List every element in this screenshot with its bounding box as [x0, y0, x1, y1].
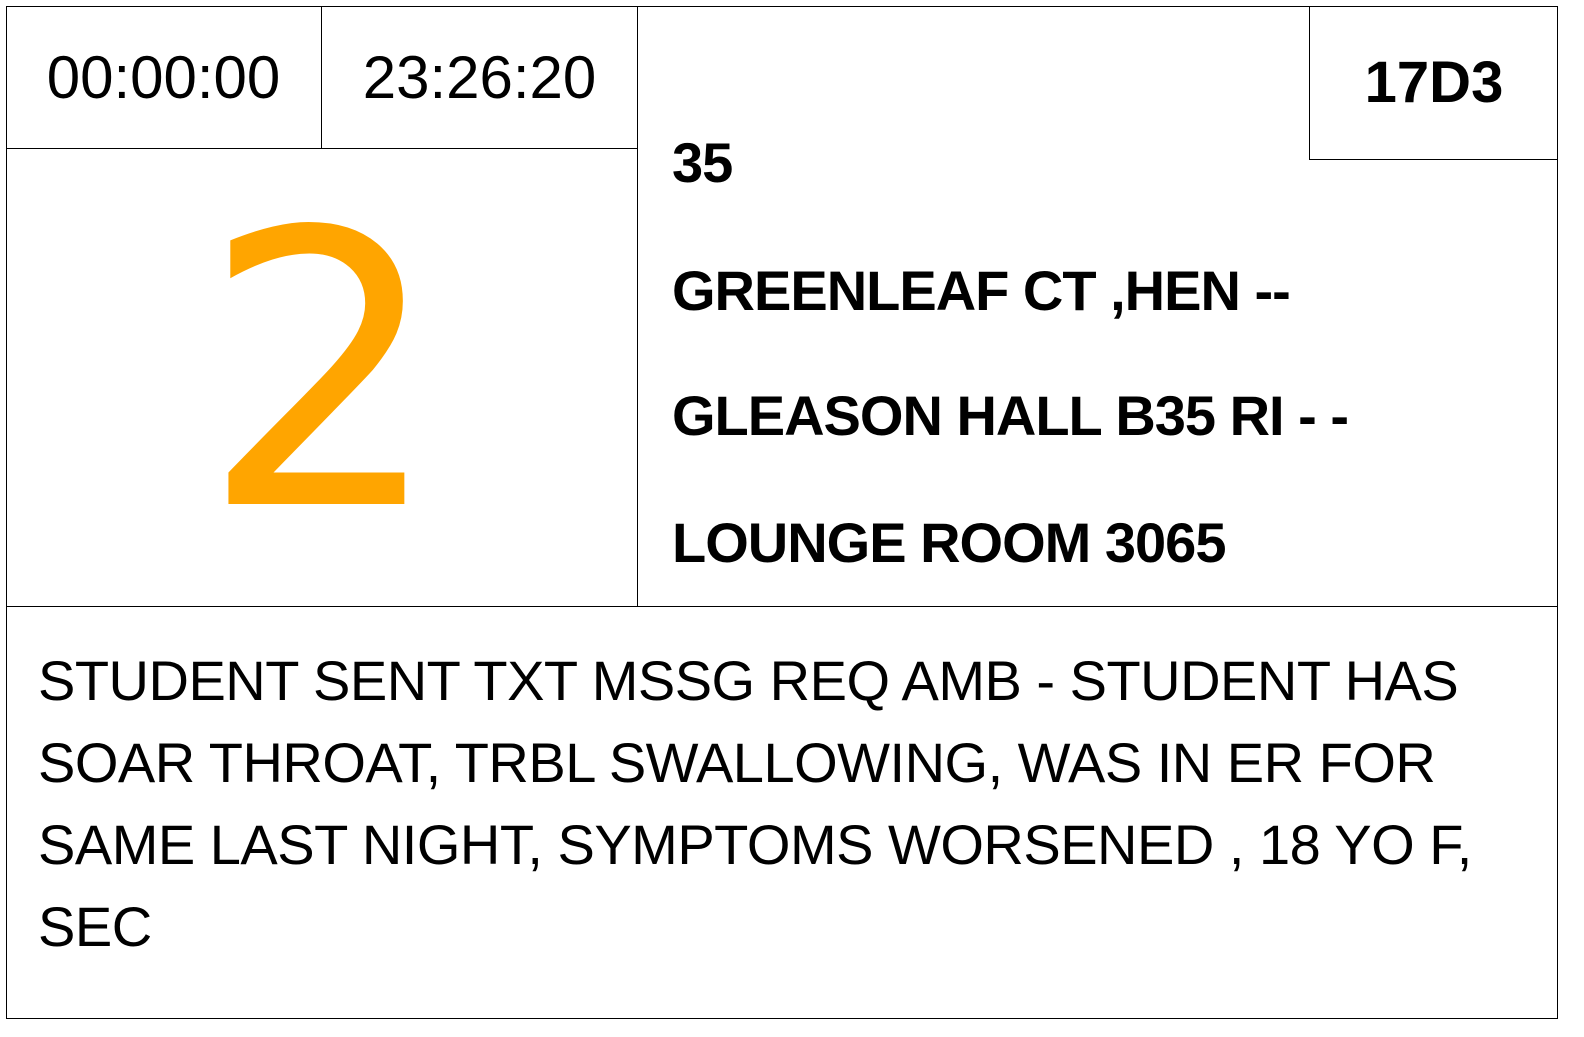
- priority-value: 2: [200, 150, 443, 594]
- elapsed-timer: 00:00:00: [6, 6, 322, 149]
- clock-time: 23:26:20: [321, 6, 638, 149]
- address-block: 35 GREENLEAF CT ,HEN -- GLEASON HALL B35…: [672, 130, 1472, 600]
- address-line-number: 35: [672, 131, 733, 194]
- address-line-building: GLEASON HALL B35 RI - -: [672, 384, 1349, 447]
- address-line-street: GREENLEAF CT ,HEN --: [672, 259, 1291, 322]
- priority-panel: 2: [6, 148, 638, 607]
- row-divider: [6, 606, 1558, 607]
- incident-notes: STUDENT SENT TXT MSSG REQ AMB - STUDENT …: [38, 649, 1472, 958]
- address-line-room: LOUNGE ROOM 3065: [672, 511, 1226, 574]
- determinant-code-value: 17D3: [1364, 50, 1504, 115]
- clock-time-value: 23:26:20: [362, 43, 597, 111]
- elapsed-timer-value: 00:00:00: [46, 43, 281, 111]
